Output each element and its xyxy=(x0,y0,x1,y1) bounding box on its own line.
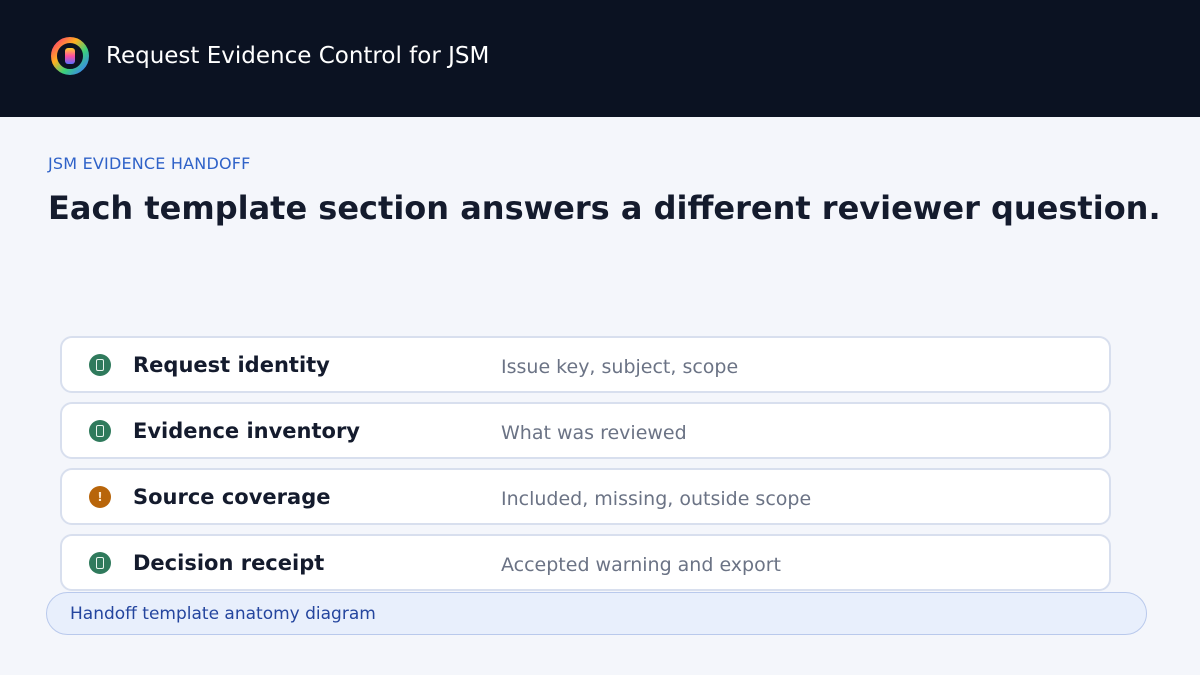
page-title: Each template section answers a differen… xyxy=(48,189,1161,227)
ring-logo-icon xyxy=(51,37,89,75)
section-description: Accepted warning and export xyxy=(501,554,781,576)
section-description: Issue key, subject, scope xyxy=(501,356,739,378)
template-sections-list: Request identity Issue key, subject, sco… xyxy=(60,336,1111,600)
section-label: Decision receipt xyxy=(133,551,325,575)
section-row-decision-receipt: Decision receipt Accepted warning and ex… xyxy=(60,534,1111,591)
section-description: What was reviewed xyxy=(501,422,687,444)
section-row-evidence-inventory: Evidence inventory What was reviewed xyxy=(60,402,1111,459)
section-label: Evidence inventory xyxy=(133,419,361,443)
section-description: Included, missing, outside scope xyxy=(501,488,812,510)
diagram-caption: Handoff template anatomy diagram xyxy=(46,592,1147,635)
section-label: Request identity xyxy=(133,353,330,377)
warning-glyph: ! xyxy=(97,490,103,504)
warning-icon: ! xyxy=(89,486,111,508)
check-icon xyxy=(89,552,111,574)
section-row-source-coverage: ! Source coverage Included, missing, out… xyxy=(60,468,1111,525)
check-icon xyxy=(89,354,111,376)
caption-text: Handoff template anatomy diagram xyxy=(70,604,376,624)
section-row-request-identity: Request identity Issue key, subject, sco… xyxy=(60,336,1111,393)
section-eyebrow: JSM EVIDENCE HANDOFF xyxy=(48,154,251,173)
check-icon xyxy=(89,420,111,442)
section-label: Source coverage xyxy=(133,485,331,509)
top-bar: Request Evidence Control for JSM xyxy=(0,0,1200,117)
app-title: Request Evidence Control for JSM xyxy=(106,43,490,69)
